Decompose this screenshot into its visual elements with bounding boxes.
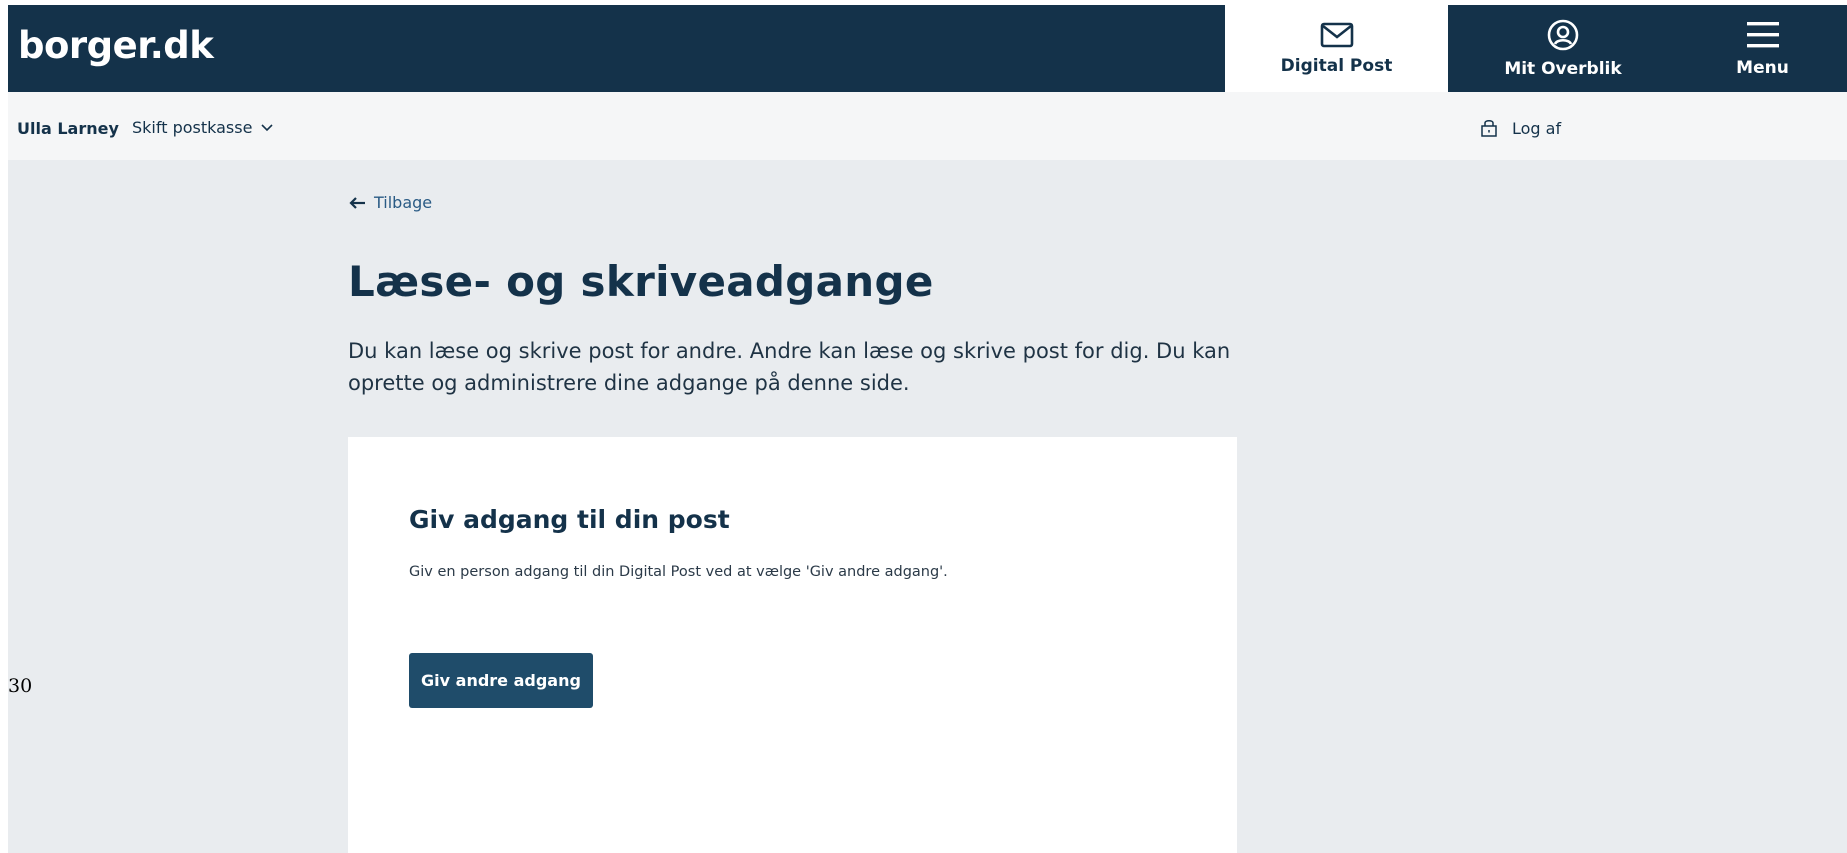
page-number: 30 xyxy=(8,675,33,697)
lock-icon xyxy=(1481,120,1497,137)
envelope-icon xyxy=(1320,22,1353,47)
top-header: borger.dk Digital Post Mit Overblik Menu xyxy=(8,5,1847,103)
switch-mailbox-dropdown[interactable]: Skift postkasse xyxy=(132,118,274,137)
page-title: Læse- og skriveadgange xyxy=(348,257,934,306)
intro-line-1: Du kan læse og skrive post for andre. An… xyxy=(348,339,1231,363)
back-link-label: Tilbage xyxy=(374,193,433,212)
hamburger-icon xyxy=(1746,21,1779,47)
nav-mit-overblik-label: Mit Overblik xyxy=(1504,58,1622,79)
browser-viewport: borger.dk Digital Post Mit Overblik Menu xyxy=(8,5,1847,853)
card-description: Giv en person adgang til din Digital Pos… xyxy=(409,564,948,580)
nav-menu-label: Menu xyxy=(1736,57,1789,78)
nav-menu[interactable]: Menu xyxy=(1678,5,1847,92)
switch-mailbox-label: Skift postkasse xyxy=(132,118,253,137)
arrow-left-icon xyxy=(349,196,365,209)
intro-line-2: oprette og administrere dine adgange på … xyxy=(348,371,910,395)
intro-text: Du kan læse og skrive post for andre. An… xyxy=(348,335,1248,399)
give-access-card: Giv adgang til din post Giv en person ad… xyxy=(348,437,1237,853)
site-logo[interactable]: borger.dk xyxy=(18,24,214,67)
chevron-down-icon xyxy=(261,123,274,131)
give-access-button[interactable]: Giv andre adgang xyxy=(409,653,593,708)
nav-mit-overblik[interactable]: Mit Overblik xyxy=(1448,5,1678,92)
back-link[interactable]: Tilbage xyxy=(348,193,432,212)
log-off-label: Log af xyxy=(1512,118,1562,138)
user-name: Ulla Larney xyxy=(17,119,119,138)
log-off-button[interactable]: Log af xyxy=(1480,118,1561,138)
nav-digital-post-label: Digital Post xyxy=(1280,55,1393,76)
user-bar: Ulla Larney Skift postkasse Log af xyxy=(8,92,1847,160)
card-title: Giv adgang til din post xyxy=(409,505,730,534)
user-circle-icon xyxy=(1547,19,1579,50)
nav-digital-post[interactable]: Digital Post xyxy=(1225,5,1448,103)
